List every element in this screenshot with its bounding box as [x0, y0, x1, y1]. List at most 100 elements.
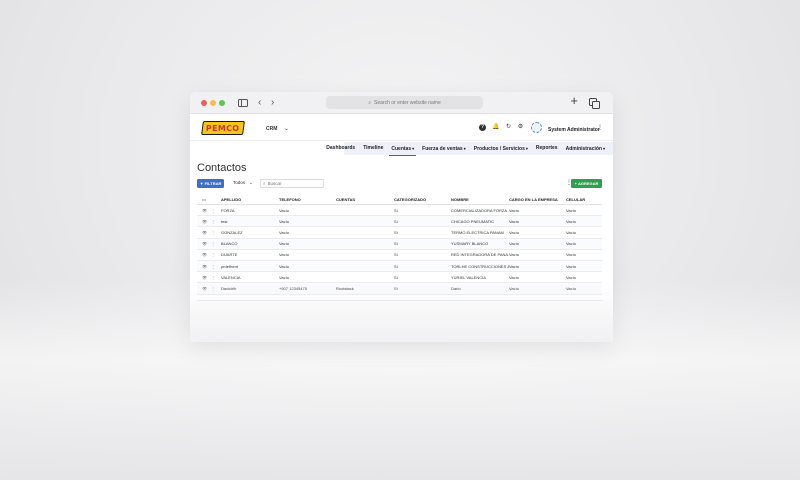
eye-icon[interactable]: 👁 — [202, 219, 207, 224]
nav-label: Productos / Servicios — [473, 146, 525, 152]
cell-apellido[interactable]: prdefhent — [221, 264, 279, 269]
cell-apellido[interactable]: VALENCIA — [221, 275, 279, 280]
row-menu-kebab-icon[interactable]: ⋮ — [211, 208, 215, 213]
cell-cargo: Vacío — [509, 229, 519, 235]
scope-select[interactable]: Todos ⌄ — [233, 180, 253, 186]
cell-categorizado: Sí — [394, 285, 398, 291]
eye-icon[interactable]: 👁 — [202, 252, 207, 257]
cell-cargo: Vacío — [509, 263, 519, 269]
cell-apellido[interactable]: FORZA — [221, 208, 279, 213]
back-arrow-icon[interactable]: ‹ — [258, 97, 261, 109]
cell-nombre[interactable]: COMERCIALIZADORA FORZA... — [451, 208, 509, 213]
row-menu-kebab-icon[interactable]: ⋮ — [211, 252, 215, 257]
search-input[interactable] — [267, 181, 318, 186]
cell-apellido[interactable]: Davicirlh — [221, 286, 279, 291]
user-menu-kebab-icon[interactable]: ⋮ — [597, 125, 603, 131]
refresh-icon[interactable]: ↻ — [505, 124, 512, 131]
table-row[interactable]: 👁 ⋮ prdefhent Vacío Sí TORLHE CONSTRUCCIONES … — [197, 260, 602, 273]
row-actions: 👁 ⋮ — [197, 286, 221, 291]
table-row[interactable]: 👁 ⋮ Davicirlh +507 12345475 Rootstack Sí Dario… — [197, 283, 602, 295]
nav-dashboards[interactable]: Dashboards — [322, 142, 359, 155]
table-row[interactable]: 👁 ⋮ DUARTE Vacío Sí RED INTEGRADORA DE PANA..… — [197, 250, 602, 261]
cell-nombre[interactable]: RED INTEGRADORA DE PANA... — [451, 252, 509, 257]
cell-nombre[interactable]: YUSMARY BLANCO — [451, 241, 509, 246]
cell-cargo: Vacío — [509, 252, 519, 258]
browser-toolbar: ‹ › ⌕ Search or enter website name + — [190, 92, 613, 114]
row-menu-kebab-icon[interactable]: ⋮ — [211, 219, 215, 224]
cell-categorizado: Sí — [394, 241, 398, 247]
nav-cuentas[interactable]: Cuentas▾ — [387, 142, 418, 156]
address-bar[interactable]: ⌕ Search or enter website name — [326, 96, 483, 109]
table-row[interactable]: 👁 ⋮ GONZALEZ Vacío Sí TERMO ELECTRICA PANAM Va… — [197, 227, 602, 239]
column-header-cuentas[interactable]: CUENTAS — [336, 197, 394, 202]
sidebar-toggle-icon[interactable] — [238, 99, 248, 107]
filter-button[interactable]: ▼ FILTRAR — [197, 179, 224, 188]
cell-telefono: Vacío — [279, 241, 289, 247]
gear-icon[interactable]: ⚙ — [517, 124, 524, 131]
eye-icon[interactable]: 👁 — [202, 286, 207, 291]
column-header-apellido[interactable]: APELLIDO — [221, 197, 279, 202]
cell-nombre[interactable]: TERMO ELECTRICA PANAM — [451, 230, 509, 235]
cell-apellido[interactable]: DUARTE — [221, 252, 279, 257]
search-field[interactable]: ⌕ — [260, 179, 324, 188]
tab-overview-icon[interactable] — [589, 98, 600, 109]
filter-label: FILTRAR — [204, 181, 222, 186]
column-header-telefono[interactable]: TELEFONO — [279, 197, 336, 202]
eye-icon[interactable]: 👁 — [202, 264, 207, 269]
table-row[interactable]: 👁 ⋮ FORZA Vacío Sí COMERCIALIZADORA FORZA... V… — [197, 205, 602, 217]
eye-icon[interactable]: 👁 — [202, 275, 207, 280]
column-header-celular[interactable]: CELULAR — [566, 197, 602, 202]
table-body: 👁 ⋮ FORZA Vacío Sí COMERCIALIZADORA FORZA... V… — [197, 205, 602, 295]
minimize-window-button[interactable] — [210, 100, 216, 106]
cell-cuentas[interactable]: Rootstack — [336, 286, 394, 291]
bell-icon[interactable]: 🔔 — [492, 124, 499, 131]
cell-apellido[interactable]: GONZALEZ — [221, 230, 279, 235]
forward-arrow-icon[interactable]: › — [271, 97, 274, 109]
cell-nombre[interactable]: Dario — [451, 286, 509, 291]
avatar[interactable] — [531, 122, 542, 133]
nav-timeline[interactable]: Timeline — [359, 142, 387, 155]
table-row[interactable]: 👁 ⋮ test Vacío Sí CHICAGO PNEUMATIC Vacío Vacío — [197, 216, 602, 228]
close-window-button[interactable] — [201, 100, 207, 106]
nav-administracion[interactable]: Administración▾ — [562, 142, 609, 155]
cell-apellido[interactable]: test — [221, 219, 279, 224]
eye-icon[interactable]: 👁 — [202, 230, 207, 235]
nav-productos-servicios[interactable]: Productos / Servicios▾ — [470, 142, 532, 155]
chevron-down-icon: ⌄ — [249, 180, 253, 185]
plus-icon: + — [574, 181, 577, 186]
row-menu-kebab-icon[interactable]: ⋮ — [211, 275, 215, 280]
user-name[interactable]: System Administrator — [548, 127, 600, 133]
maximize-window-button[interactable] — [219, 100, 225, 106]
module-selector[interactable]: CRM ⌄ — [266, 126, 289, 132]
cell-nombre[interactable]: CHICAGO PNEUMATIC — [451, 219, 509, 224]
nav-label: Timeline — [363, 145, 384, 151]
add-contact-button[interactable]: + AGREGAR — [571, 179, 602, 188]
row-menu-kebab-icon[interactable]: ⋮ — [211, 230, 215, 235]
row-menu-kebab-icon[interactable]: ⋮ — [211, 286, 215, 291]
column-header-categorizado[interactable]: CATEGORIZADO — [394, 197, 451, 202]
eye-icon[interactable]: 👁 — [202, 241, 207, 246]
nav-label: Fuerza de ventas — [422, 146, 463, 152]
row-menu-kebab-icon[interactable]: ⋮ — [211, 241, 215, 246]
column-header-cargo[interactable]: CARGO EN LA EMPRESA — [509, 197, 566, 202]
column-header-nombre[interactable]: NOMBRE — [451, 197, 509, 202]
cell-telefono: Vacío — [279, 252, 289, 258]
company-logo[interactable]: PEMCO — [201, 121, 245, 135]
nav-reportes[interactable]: Reportes — [532, 142, 562, 155]
row-actions: 👁 ⋮ — [197, 264, 221, 269]
cell-cargo: Vacío — [509, 274, 519, 280]
address-bar-placeholder: Search or enter website name — [374, 99, 441, 106]
row-actions: 👁 ⋮ — [197, 219, 221, 224]
cell-nombre[interactable]: YURIEL VALENCIA — [451, 275, 509, 280]
row-menu-kebab-icon[interactable]: ⋮ — [211, 264, 215, 269]
table-row[interactable]: 👁 ⋮ BLANCO Vacío Sí YUSMARY BLANCO Vacío Vacío — [197, 238, 602, 250]
help-icon[interactable]: ? — [479, 124, 486, 131]
add-label: AGREGAR — [577, 181, 599, 186]
eye-icon[interactable]: 👁 — [202, 208, 207, 213]
cell-apellido[interactable]: BLANCO — [221, 241, 279, 246]
new-tab-plus-icon[interactable]: + — [570, 94, 578, 107]
table-row[interactable]: 👁 ⋮ VALENCIA Vacío Sí YURIEL VALENCIA Vacío Vac… — [197, 272, 602, 284]
nav-fuerza-de-ventas[interactable]: Fuerza de ventas▾ — [418, 142, 470, 155]
cell-categorizado: Sí — [394, 218, 398, 224]
cell-nombre[interactable]: TORLHE CONSTRUCCIONES & ... — [451, 264, 509, 269]
